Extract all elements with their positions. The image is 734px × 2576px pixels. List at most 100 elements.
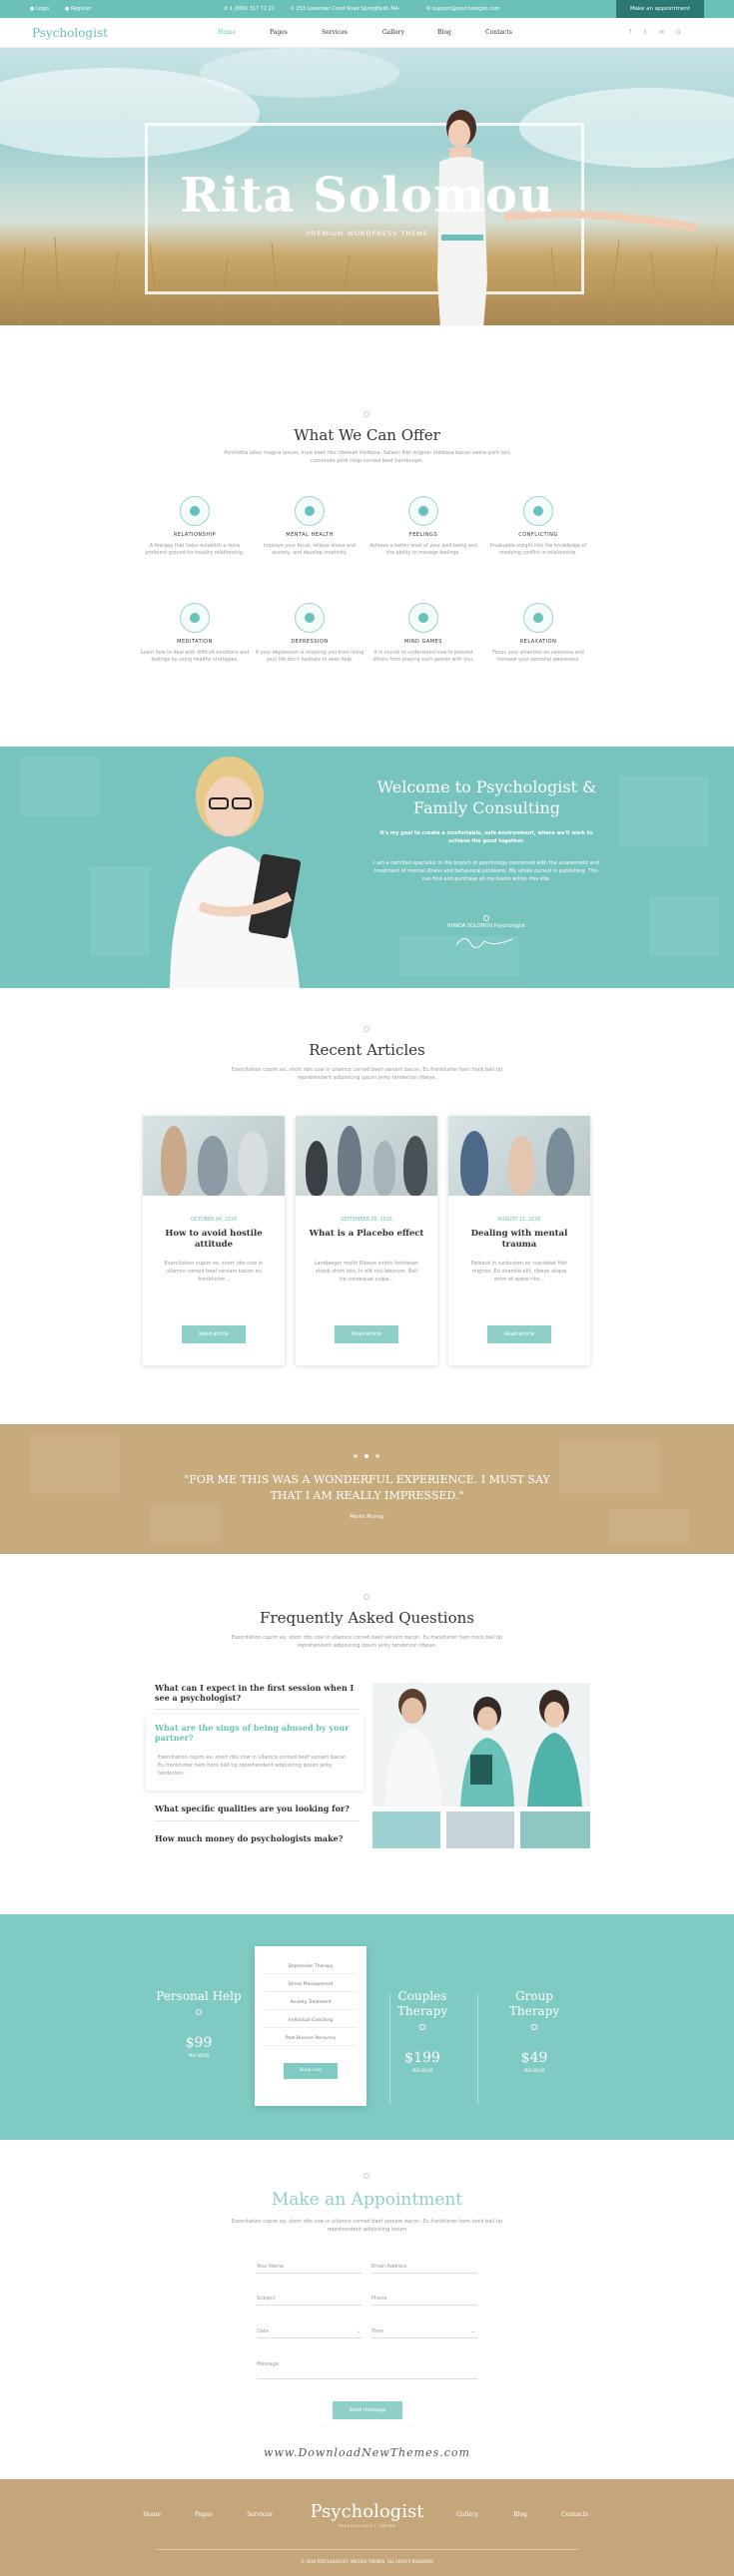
topbar-email[interactable]: ✉ support@psychologist.com <box>426 6 500 12</box>
footer-nav-contacts[interactable]: Contacts <box>561 2511 588 2518</box>
nav-gallery[interactable]: Gallery <box>382 29 404 36</box>
email-field[interactable]: Email Address <box>371 2258 477 2274</box>
faq-answer: Exercitation cupim ex, short ribs cow in… <box>158 1755 348 1777</box>
offer-mental-health[interactable]: MENTAL HEALTH Improve your focus, reliev… <box>255 496 365 557</box>
heart-head-icon <box>408 496 438 526</box>
thumbnail[interactable] <box>520 1811 590 1848</box>
hero-subtitle: PREMIUM WORDPRESS THEME <box>307 230 429 238</box>
carousel-dot[interactable] <box>375 1454 379 1458</box>
testimonial-author: Merlin Murray <box>350 1514 384 1520</box>
footer-nav-gallery[interactable]: Gallery <box>456 2511 478 2518</box>
plan-name: Group Therapy <box>508 1989 560 2018</box>
read-article-button[interactable]: Read article <box>182 1325 246 1343</box>
nav-blog[interactable]: Blog <box>437 29 451 36</box>
plan-period: PER HOUR <box>188 2053 210 2058</box>
offer-feelings[interactable]: FEELINGS Achieve a better level of your … <box>368 496 478 557</box>
meditation-icon <box>180 603 210 633</box>
article-card[interactable]: SEPTEMBER 20, 2016 What is a Placebo eff… <box>296 1116 437 1365</box>
article-image[interactable] <box>143 1116 285 1196</box>
plan-price: $49 <box>520 2050 548 2066</box>
nav-services[interactable]: Services <box>322 29 348 36</box>
offer-desc: A therapy that helps establish a more pr… <box>145 544 245 556</box>
footer-nav-blog[interactable]: Blog <box>513 2511 527 2518</box>
article-title[interactable]: Dealing with mental trauma <box>458 1229 580 1251</box>
offer-desc: Achieve a better level of your well-bein… <box>369 544 477 556</box>
plan-feature: Anxiety Treatment <box>265 1996 357 2010</box>
offer-relaxation[interactable]: RELAXATION Focus your attention on calmn… <box>483 603 593 664</box>
plan-price: $99 <box>185 2035 213 2051</box>
offer-desc: Improve your focus, relieve stress and a… <box>264 544 356 556</box>
footer: Home Pages Services Psychologist PSYCHOL… <box>0 2479 734 2576</box>
article-image[interactable] <box>296 1116 437 1196</box>
google-plus-icon[interactable]: G <box>676 29 681 36</box>
make-appointment-button[interactable]: Make an appointment <box>616 0 704 18</box>
login-link[interactable]: ● Login <box>30 6 49 12</box>
plan-couples-therapy[interactable]: Couples Therapy $199 PER HOUR <box>377 1989 467 2073</box>
psychologist-portrait <box>170 757 302 988</box>
twitter-icon[interactable]: t <box>644 29 646 36</box>
section-ornament <box>364 411 369 417</box>
welcome-section: Welcome to Psychologist & Family Consult… <box>0 747 734 988</box>
faq-title: Frequently Asked Questions <box>260 1609 474 1627</box>
carousel-dot-active[interactable] <box>365 1454 368 1458</box>
site-logo[interactable]: Psychologist <box>32 26 108 40</box>
message-field[interactable]: Message <box>257 2355 477 2379</box>
article-card[interactable]: OCTOBER 04, 2016 How to avoid hostile at… <box>143 1116 285 1365</box>
faq-question-open[interactable]: What are the sings of being abused by yo… <box>155 1723 360 1743</box>
book-now-button[interactable]: Book now <box>284 2063 338 2079</box>
carousel-dot[interactable] <box>354 1454 358 1458</box>
phone-field[interactable]: Phone <box>371 2290 477 2306</box>
plan-personal-help[interactable]: Personal Help $99 PER HOUR <box>154 1989 244 2058</box>
thumbnail[interactable] <box>372 1811 440 1848</box>
article-card[interactable]: AUGUST 11, 2016 Dealing with mental trau… <box>448 1116 590 1365</box>
thumbnail[interactable] <box>446 1811 514 1848</box>
time-select[interactable]: Time ⌄ <box>371 2322 477 2338</box>
offer-depression[interactable]: DEPRESSION If your depression is stoppin… <box>255 603 365 664</box>
footer-divider <box>155 2549 579 2550</box>
offer-desc: Learn how to deal with difficult emotion… <box>140 651 250 663</box>
offer-name: DEPRESSION <box>291 639 329 645</box>
facebook-icon[interactable]: f <box>629 29 631 36</box>
faq-question[interactable]: What specific qualities are you looking … <box>155 1803 360 1813</box>
nav-pages[interactable]: Pages <box>270 29 288 36</box>
offer-conflicting[interactable]: CONFLICTING Invaluable insight into the … <box>483 496 593 557</box>
name-field[interactable]: Your Name <box>257 2258 363 2274</box>
offer-name: CONFLICTING <box>518 532 558 538</box>
hero-banner: Rita Solomou PREMIUM WORDPRESS THEME <box>0 48 734 325</box>
nav-contacts[interactable]: Contacts <box>485 29 512 36</box>
plan-feature: Individual Coaching <box>265 2014 357 2028</box>
nav-home[interactable]: Home <box>218 29 236 36</box>
date-select[interactable]: Date ⌄ <box>257 2322 363 2338</box>
offer-title: What We Can Offer <box>294 426 440 444</box>
article-image[interactable] <box>448 1116 590 1196</box>
offer-meditation[interactable]: MEDITATION Learn how to deal with diffic… <box>140 603 250 664</box>
register-link[interactable]: ● Register <box>65 6 92 12</box>
send-message-button[interactable]: Send message <box>333 2401 402 2419</box>
footer-logo[interactable]: Psychologist <box>0 2501 734 2522</box>
plan-name: Personal Help <box>156 1989 242 2003</box>
maze-icon <box>408 603 438 633</box>
read-article-button[interactable]: Read article <box>487 1325 551 1343</box>
faq-divider <box>155 1709 360 1710</box>
subject-field[interactable]: Subject <box>257 2290 363 2306</box>
article-title[interactable]: How to avoid hostile attitude <box>153 1229 275 1251</box>
faq-question[interactable]: What can I expect in the first session w… <box>155 1683 360 1703</box>
plan-group-therapy[interactable]: Group Therapy $49 PER HOUR <box>489 1989 579 2073</box>
read-article-button[interactable]: Read article <box>335 1325 398 1343</box>
plan-feature: Post-Divorce Recovery <box>265 2032 357 2046</box>
offer-relationship[interactable]: RELATIONSHIP A therapy that helps establ… <box>140 496 250 557</box>
brain-gear-icon <box>295 496 325 526</box>
topbar-phone: ✆ 1 (800) 317 72 21 <box>224 6 276 12</box>
pricing-section: Personal Help $99 PER HOUR Couples Thera… <box>0 1914 734 2140</box>
plan-name: Couples Therapy <box>396 1989 448 2018</box>
offer-mind-games[interactable]: MIND GAMES It is crucial to understand h… <box>368 603 478 664</box>
brain-icon <box>295 603 325 633</box>
section-ornament <box>364 1594 369 1600</box>
plan-feature: Depression Therapy <box>265 1960 357 1974</box>
mail-icon[interactable]: ✉ <box>659 29 664 36</box>
article-title[interactable]: What is a Placebo effect <box>306 1229 427 1240</box>
faq-question[interactable]: How much money do psychologists make? <box>155 1833 360 1843</box>
offer-desc: If your depression is stopping you from … <box>255 651 365 663</box>
articles-title: Recent Articles <box>309 1041 425 1059</box>
time-label: Time <box>371 2328 384 2334</box>
